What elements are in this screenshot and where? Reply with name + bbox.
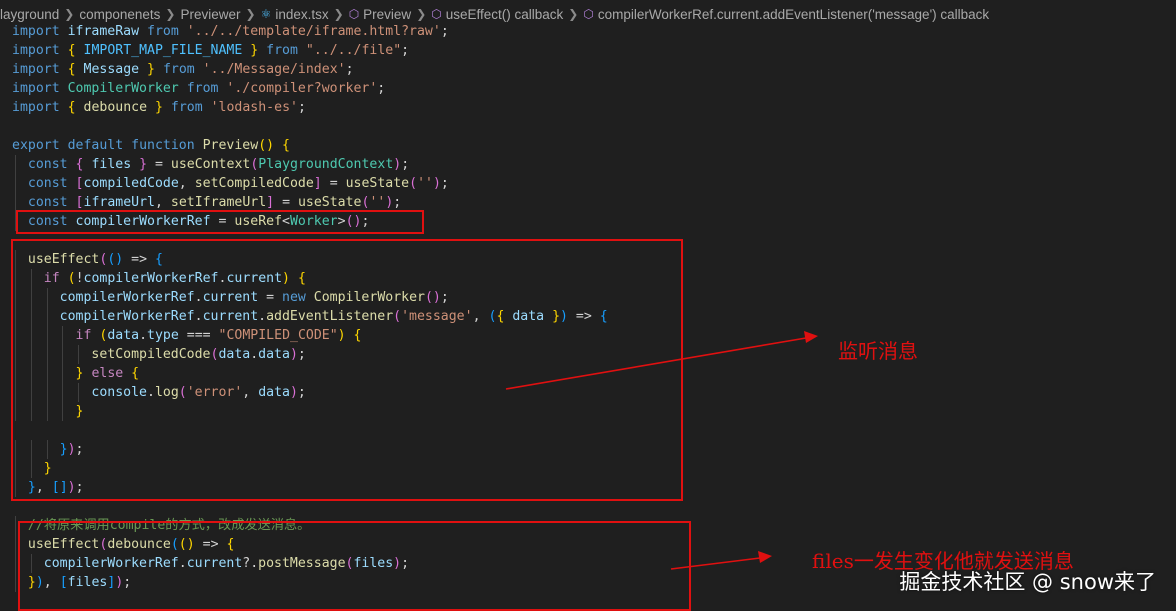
annotation-listen-message: 监听消息 [838,339,918,363]
annotation-arrows [505,331,818,570]
arrowhead-send [758,551,772,563]
arrow-listen [505,337,807,390]
arrow-send [670,557,761,570]
watermark: 掘金技术社区 @ snow来了 [899,570,1156,594]
arrowhead-listen [804,331,818,343]
